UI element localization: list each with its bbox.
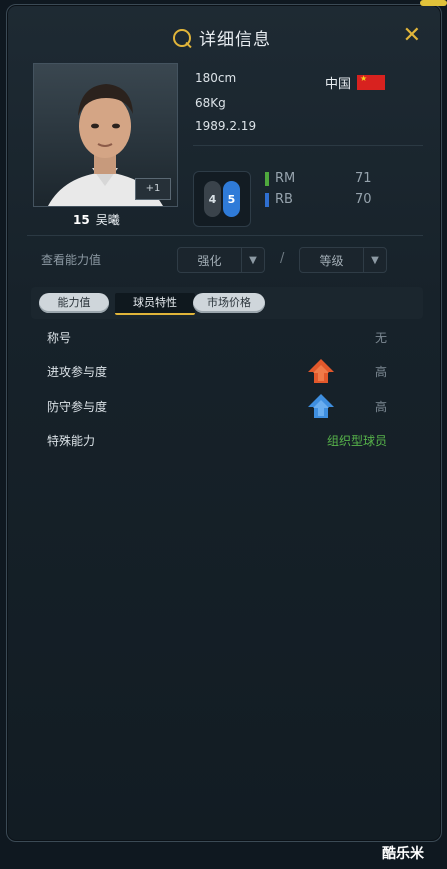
defense-up-arrow-icon <box>308 394 334 418</box>
trait-value: 组织型球员 <box>326 434 387 448</box>
position-color-bar <box>265 171 269 186</box>
trait-row: 称号 无 <box>47 329 387 349</box>
trait-row: 防守参与度 高 <box>47 394 387 418</box>
right-foot-icon: 5 <box>223 181 240 217</box>
position-row: RB 70 <box>265 192 372 207</box>
watermark: 酷乐米 <box>382 846 424 862</box>
trait-value: 无 <box>374 331 387 345</box>
player-birthday: 1989.2.19 <box>195 119 257 133</box>
player-name: 吴曦 <box>95 213 120 227</box>
trait-value: 高 <box>374 400 387 414</box>
chevron-down-icon: ▼ <box>241 248 264 272</box>
china-flag-icon <box>357 74 386 90</box>
tab-market-price[interactable]: 市场价格 <box>193 293 265 313</box>
foot-preference: 4 5 <box>193 171 251 227</box>
tab-ability[interactable]: 能力值 <box>39 293 109 313</box>
nation-name: 中国 <box>325 77 352 92</box>
position-rating: 71 <box>355 171 372 186</box>
chevron-down-icon: ▼ <box>363 248 386 272</box>
close-icon[interactable]: ✕ <box>403 25 421 47</box>
trait-label: 防守参与度 <box>47 400 108 414</box>
trait-row: 进攻参与度 高 <box>47 359 387 383</box>
level-select-value: 等级 <box>319 253 344 268</box>
panel-header: 详细信息 ✕ <box>7 17 441 57</box>
nation-row: 中国 <box>325 73 386 92</box>
search-icon <box>173 28 191 47</box>
left-foot-icon: 4 <box>204 181 221 217</box>
position-rating: 70 <box>355 192 372 207</box>
enhance-select[interactable]: 强化 ▼ <box>177 247 265 273</box>
trait-label: 称号 <box>47 331 72 345</box>
tab-player-traits[interactable]: 球员特性 <box>115 293 195 315</box>
select-separator: / <box>280 251 285 266</box>
title-wrap: 详细信息 <box>173 25 271 50</box>
trait-row: 特殊能力 组织型球员 <box>47 432 387 452</box>
attack-up-arrow-icon <box>308 359 334 383</box>
player-height: 180cm <box>195 71 237 85</box>
ability-label: 查看能力值 <box>41 253 102 267</box>
player-number: 15 <box>73 212 90 227</box>
player-weight: 68Kg <box>195 96 226 110</box>
position-row: RM 71 <box>265 171 372 186</box>
position-code: RB <box>275 192 293 207</box>
enhance-select-value: 强化 <box>197 253 222 268</box>
player-name-row: 15 吴曦 <box>73 211 120 228</box>
panel-title: 详细信息 <box>199 30 271 50</box>
player-detail-panel: 详细信息 ✕ +1 15 吴曦 180cm 68Kg 1989.2.19 中国 … <box>6 4 442 842</box>
trait-label: 特殊能力 <box>47 434 96 448</box>
position-color-bar <box>265 192 269 207</box>
tab-bar: 能力值 球员特性 市场价格 <box>31 287 423 319</box>
level-badge: +1 <box>135 178 171 200</box>
trait-value: 高 <box>374 365 387 379</box>
corner-highlight <box>420 0 447 6</box>
divider <box>27 235 423 236</box>
divider <box>193 145 423 146</box>
level-select[interactable]: 等级 ▼ <box>299 247 387 273</box>
position-code: RM <box>275 171 296 186</box>
trait-label: 进攻参与度 <box>47 365 108 379</box>
